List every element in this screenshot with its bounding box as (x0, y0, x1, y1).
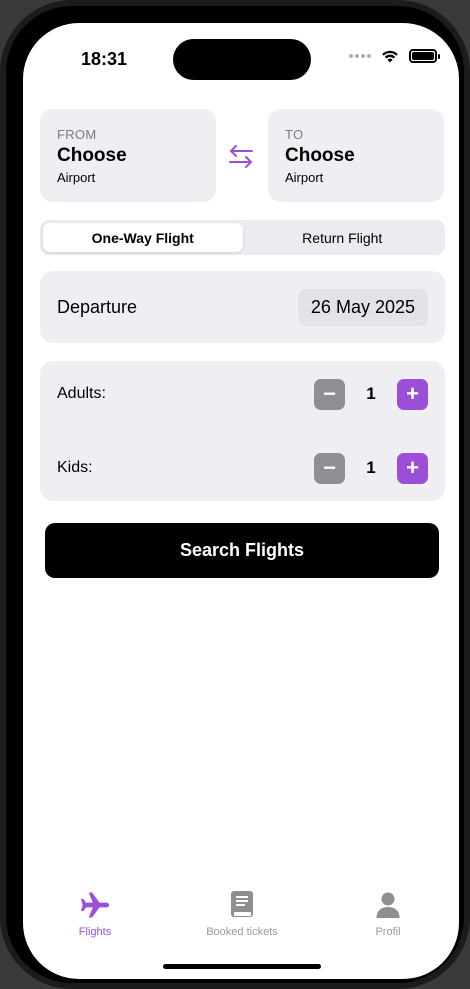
app-screen: 18:31 FROM Choose Airport TO Choose Airp… (23, 23, 459, 979)
adults-increment-button[interactable]: + (397, 378, 428, 410)
to-subtitle: Airport (285, 170, 324, 185)
tab-flights[interactable]: Flights (35, 889, 155, 938)
kids-row: Kids: − 1 + (57, 452, 428, 484)
kids-stepper: − 1 + (314, 452, 428, 484)
wifi-icon (382, 50, 398, 63)
adults-stepper: − 1 + (314, 378, 428, 410)
kids-increment-button[interactable]: + (397, 452, 428, 484)
from-tag: FROM (57, 127, 97, 142)
phone-frame: 18:31 FROM Choose Airport TO Choose Airp… (0, 0, 470, 989)
search-flights-button[interactable]: Search Flights (45, 523, 439, 578)
tab-flights-label: Flights (78, 926, 112, 938)
adults-decrement-button[interactable]: − (314, 378, 345, 410)
to-airport-card[interactable]: TO Choose Airport (268, 109, 444, 202)
kids-label: Kids: (57, 459, 93, 476)
departure-row: Departure 26 May 2025 (40, 271, 445, 343)
tab-profile-label: Profil (375, 926, 401, 938)
from-subtitle: Airport (57, 170, 96, 185)
airplane-icon (79, 889, 111, 921)
to-tag: TO (285, 127, 304, 142)
status-icons (349, 49, 440, 63)
kids-count: 1 (366, 458, 376, 477)
book-icon (226, 889, 258, 921)
passenger-counters: Adults: − 1 + Kids: − 1 + (40, 361, 445, 501)
from-airport-card[interactable]: FROM Choose Airport (40, 109, 216, 202)
tab-profile[interactable]: Profil (328, 889, 448, 938)
kids-decrement-button[interactable]: − (314, 452, 345, 484)
status-time: 18:31 (81, 49, 128, 69)
swap-arrows-icon[interactable] (226, 141, 256, 171)
cellular-signal-icon (349, 54, 371, 58)
tab-bar: Flights Booked tickets Profil (23, 889, 459, 949)
dynamic-island (173, 39, 311, 80)
departure-label: Departure (57, 296, 138, 317)
tab-booked-label: Booked tickets (206, 926, 278, 938)
adults-count: 1 (366, 384, 376, 403)
return-flight-tab[interactable]: Return Flight (243, 223, 443, 252)
to-title: Choose (285, 145, 355, 166)
departure-date-picker[interactable]: 26 May 2025 (297, 288, 428, 326)
one-way-tab[interactable]: One-Way Flight (43, 223, 243, 252)
battery-icon (409, 49, 440, 63)
tab-booked-tickets[interactable]: Booked tickets (182, 889, 302, 938)
person-icon (372, 889, 404, 921)
from-title: Choose (57, 145, 127, 166)
trip-type-segmented-control: One-Way Flight Return Flight (40, 220, 445, 255)
adults-label: Adults: (57, 385, 106, 402)
home-indicator (163, 964, 321, 969)
adults-row: Adults: − 1 + (57, 378, 428, 410)
phone-bezel: 18:31 FROM Choose Airport TO Choose Airp… (6, 6, 464, 983)
